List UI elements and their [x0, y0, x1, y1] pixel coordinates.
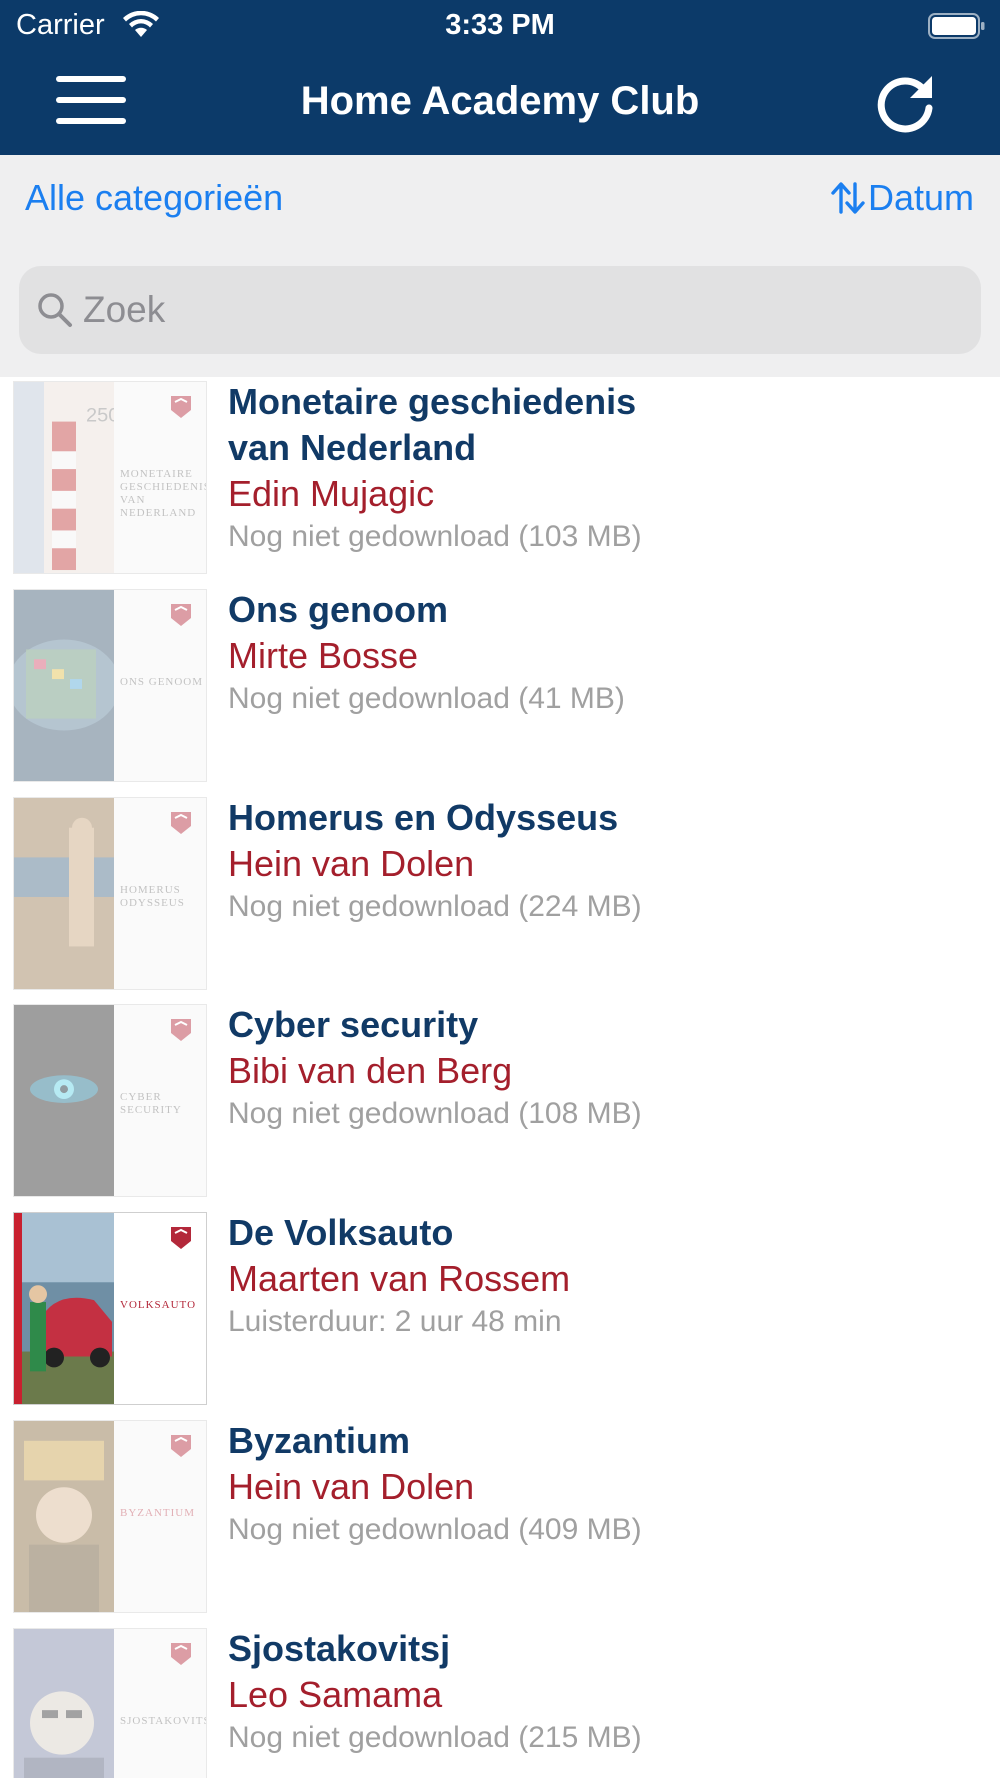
- book-cover-image: BYZANTIUM: [13, 1419, 207, 1613]
- cover-title: ONS GENOOM: [120, 675, 204, 688]
- search-icon: [38, 293, 72, 327]
- cover-title: MONETAIRE GESCHIEDENIS VAN NEDERLAND: [120, 468, 207, 519]
- publisher-logo-icon: [171, 811, 191, 834]
- sort-arrows-icon: [831, 182, 865, 214]
- book-author: Edin Mujagic: [228, 473, 435, 514]
- cover-title: BYZANTIUM: [120, 1506, 195, 1519]
- cover-illustration: [14, 1420, 114, 1612]
- cover-illustration: [14, 1628, 114, 1778]
- book-author: Hein van Dolen: [228, 1465, 475, 1507]
- book-status: Nog niet gedownload (409 MB): [228, 1512, 642, 1546]
- publisher-logo-icon: [171, 396, 191, 418]
- book-status: Nog niet gedownload (215 MB): [228, 1720, 642, 1754]
- publisher-logo-icon: [171, 1434, 191, 1457]
- sort-button[interactable]: Datum: [830, 177, 974, 219]
- book-status: Nog niet gedownload (108 MB): [228, 1097, 642, 1131]
- publisher-logo-icon: [171, 603, 191, 626]
- battery-icon: [928, 13, 985, 39]
- book-author: Maarten van Rossem: [228, 1258, 571, 1300]
- cover-title: HOMERUS ODYSSEUS: [120, 883, 185, 909]
- book-author: Hein van Dolen: [228, 842, 475, 884]
- book-title: Homerus en Odysseus: [228, 796, 619, 838]
- list-item[interactable]: BYZANTIUM Byzantium Hein van Dolen Nog n…: [0, 1418, 1000, 1626]
- cover-illustration: [14, 797, 114, 989]
- refresh-icon[interactable]: [874, 70, 940, 136]
- publisher-logo-icon: [171, 1642, 191, 1665]
- cover-title: VOLKSAUTO: [120, 1299, 197, 1312]
- search-input[interactable]: [83, 289, 943, 331]
- book-status: Nog niet gedownload (41 MB): [228, 681, 625, 715]
- filter-bar: Alle categorieën Datum: [0, 155, 1000, 377]
- book-cover-image: CYBER SECURITY: [13, 1004, 207, 1198]
- book-cover-image: 250 MONETAIRE GESCHIEDENIS VAN NEDERLAND: [13, 381, 207, 574]
- status-bar: Carrier 3:33 PM: [0, 0, 1000, 52]
- book-cover-image: VOLKSAUTO: [13, 1212, 207, 1406]
- header: Carrier 3:33 PM Home Academy Club: [0, 0, 1000, 155]
- book-status: Nog niet gedownload (224 MB): [228, 889, 642, 923]
- list-item[interactable]: CYBER SECURITY Cyber security Bibi van d…: [0, 1002, 1000, 1210]
- cover-illustration: [14, 1213, 114, 1405]
- cover-title: CYBER SECURITY: [120, 1091, 182, 1117]
- book-cover-image: ONS GENOOM: [13, 588, 207, 782]
- book-author: Bibi van den Berg: [228, 1050, 513, 1092]
- app-screen: Carrier 3:33 PM Home Academy Club Alle c…: [0, 0, 1000, 1778]
- book-title: De Volksauto: [228, 1212, 454, 1254]
- cover-illustration: [14, 589, 114, 781]
- book-author: Leo Samama: [228, 1673, 443, 1715]
- cover-title: SJOSTAKOVITSJ: [120, 1714, 207, 1727]
- publisher-logo-icon: [171, 1227, 191, 1250]
- nav-bar: Home Academy Club: [0, 52, 1000, 155]
- clock: 3:33 PM: [445, 9, 555, 41]
- book-status: Luisterduur: 2 uur 48 min: [228, 1305, 562, 1339]
- book-title: Cyber security: [228, 1004, 479, 1046]
- list-item[interactable]: SJOSTAKOVITSJ Sjostakovitsj Leo Samama N…: [0, 1626, 1000, 1778]
- cover-illustration: 250: [14, 382, 114, 573]
- publisher-logo-icon: [171, 1019, 191, 1042]
- book-title: Sjostakovitsj: [228, 1627, 451, 1669]
- page-title: Home Academy Club: [300, 79, 700, 123]
- book-title: Monetaire geschiedenis van Nederland: [228, 381, 637, 468]
- book-title: Ons genoom: [228, 588, 449, 630]
- svg-text:250: 250: [86, 405, 114, 427]
- book-title: Byzantium: [228, 1419, 411, 1461]
- book-author: Mirte Bosse: [228, 634, 419, 676]
- list-item[interactable]: 250 MONETAIRE GESCHIEDENIS VAN NEDERLAND…: [0, 379, 1000, 587]
- book-list: 250 MONETAIRE GESCHIEDENIS VAN NEDERLAND…: [0, 379, 1000, 1778]
- list-item[interactable]: HOMERUS ODYSSEUS Homerus en Odysseus Hei…: [0, 795, 1000, 1003]
- book-cover-image: HOMERUS ODYSSEUS: [13, 796, 207, 990]
- sort-label: Datum: [867, 177, 974, 218]
- book-status: Nog niet gedownload (103 MB): [228, 520, 642, 553]
- list-item[interactable]: VOLKSAUTO De Volksauto Maarten van Rosse…: [0, 1210, 1000, 1418]
- book-cover-image: SJOSTAKOVITSJ: [13, 1627, 207, 1778]
- cover-illustration: [14, 1005, 114, 1197]
- search-bar[interactable]: [19, 266, 981, 354]
- list-item[interactable]: ONS GENOOM Ons genoom Mirte Bosse Nog ni…: [0, 587, 1000, 795]
- category-filter-link[interactable]: Alle categorieën: [25, 177, 283, 219]
